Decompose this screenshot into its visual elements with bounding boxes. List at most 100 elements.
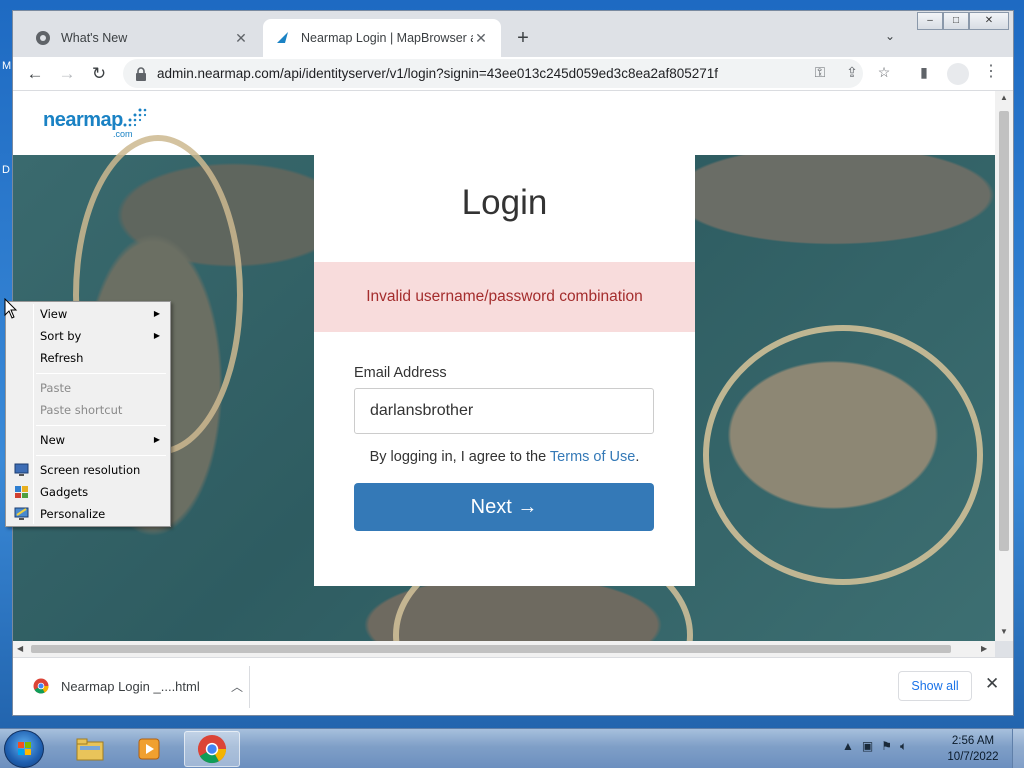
show-hidden-icons-icon[interactable]: ▲ xyxy=(842,739,854,754)
close-icon[interactable]: ✕ xyxy=(233,30,249,46)
forward-icon[interactable]: → xyxy=(55,62,79,86)
menu-item-label: New xyxy=(40,433,66,447)
menu-item-gadgets[interactable]: Gadgets xyxy=(8,481,168,503)
side-panel-icon[interactable]: ▮ xyxy=(913,61,935,83)
close-icon[interactable]: ✕ xyxy=(985,674,999,694)
windows-logo-icon xyxy=(18,742,31,755)
nearmap-logo[interactable]: nearmap xyxy=(43,109,123,132)
menu-item-label: Refresh xyxy=(40,351,84,365)
menu-item-label: Sort by xyxy=(40,329,82,343)
menu-item-label: View xyxy=(40,307,68,321)
network-icon[interactable]: ▣ xyxy=(862,739,873,754)
download-item[interactable]: Nearmap Login _....html ︿ xyxy=(21,668,251,704)
menu-item-label: Gadgets xyxy=(40,485,89,499)
next-button[interactable]: Next → xyxy=(354,483,654,531)
chevron-up-icon[interactable]: ︿ xyxy=(231,678,243,695)
key-icon[interactable]: ⚿ xyxy=(809,61,831,83)
download-file-name: Nearmap Login _....html xyxy=(61,678,200,694)
volume-icon[interactable]: 🔈︎ xyxy=(900,739,907,754)
taskbar-media-player[interactable] xyxy=(122,731,178,767)
menu-item-label: Paste xyxy=(40,381,72,395)
url-text[interactable]: admin.nearmap.com/api/identityserver/v1/… xyxy=(157,66,718,81)
tab-title: Nearmap Login | MapBrowser an xyxy=(301,31,473,45)
error-message: Invalid username/password combination xyxy=(366,288,643,305)
lock-icon[interactable] xyxy=(135,66,149,81)
menu-item-refresh[interactable]: Refresh xyxy=(8,347,168,369)
vertical-scrollbar[interactable]: ▲ ▼ xyxy=(995,91,1013,641)
divider xyxy=(249,666,250,708)
menu-item-screen-resolution[interactable]: Screen resolution xyxy=(8,459,168,481)
taskbar-clock[interactable]: 2:56 AM 10/7/2022 xyxy=(940,733,1006,765)
address-bar[interactable]: admin.nearmap.com/api/identityserver/v1/… xyxy=(123,59,863,88)
terms-prefix: By logging in, I agree to the xyxy=(369,449,550,465)
error-alert: Invalid username/password combination xyxy=(314,262,695,332)
submenu-arrow-icon: ▶ xyxy=(153,331,160,340)
nearmap-favicon-icon xyxy=(275,30,291,46)
page-title: Login xyxy=(461,183,548,222)
clock-date: 10/7/2022 xyxy=(947,751,999,763)
action-center-flag-icon[interactable]: ⚑ xyxy=(881,739,892,754)
scrollbar-thumb[interactable] xyxy=(999,111,1009,551)
system-tray: ▲ ▣ ⚑ 🔈︎ xyxy=(842,739,907,754)
back-icon[interactable]: ← xyxy=(23,62,47,86)
scroll-right-icon[interactable]: ▶ xyxy=(981,644,987,653)
restore-button[interactable]: □ xyxy=(943,12,969,30)
logo-subtext: .com xyxy=(113,129,133,139)
gadgets-icon xyxy=(15,486,28,498)
download-bar: Nearmap Login _....html ︿ Show all ✕ xyxy=(13,657,1013,715)
scroll-down-icon[interactable]: ▼ xyxy=(1000,627,1008,636)
login-card: Login Invalid username/password combinat… xyxy=(314,155,695,586)
desktop-icon-label: M xyxy=(2,60,12,72)
start-button[interactable] xyxy=(4,730,44,768)
new-tab-button[interactable]: + xyxy=(511,27,535,49)
show-desktop-button[interactable] xyxy=(1012,729,1024,768)
horizontal-scrollbar[interactable]: ◀ ▶ xyxy=(13,641,995,657)
terms-of-use-link[interactable]: Terms of Use xyxy=(550,449,635,465)
menu-item-label: Screen resolution xyxy=(40,463,141,477)
tab-strip: What's New ✕ Nearmap Login | MapBrowser … xyxy=(13,11,1013,57)
menu-item-view[interactable]: View ▶ xyxy=(8,303,168,325)
monitor-icon xyxy=(14,463,29,476)
taskbar-explorer[interactable] xyxy=(62,731,118,767)
taskbar: ▲ ▣ ⚑ 🔈︎ 2:56 AM 10/7/2022 xyxy=(0,728,1024,768)
terms-text: By logging in, I agree to the Terms of U… xyxy=(314,449,695,465)
show-all-button[interactable]: Show all xyxy=(898,671,972,701)
canal-island-outline xyxy=(703,325,983,585)
share-icon[interactable]: ⇪ xyxy=(841,61,863,83)
menu-item-new[interactable]: New ▶ xyxy=(8,429,168,451)
close-window-button[interactable]: ✕ xyxy=(969,12,1009,30)
submenu-arrow-icon: ▶ xyxy=(153,435,160,444)
chevron-down-icon[interactable]: ⌄ xyxy=(885,29,895,43)
tab-nearmap-login[interactable]: Nearmap Login | MapBrowser an ✕ xyxy=(263,19,501,57)
nearmap-logo-mark-icon xyxy=(123,108,147,127)
more-menu-icon[interactable]: ⋮ xyxy=(981,61,1001,81)
mouse-cursor-icon xyxy=(4,298,18,319)
menu-separator xyxy=(36,425,166,426)
chrome-icon xyxy=(35,30,51,46)
menu-item-label: Personalize xyxy=(40,507,106,521)
taskbar-chrome[interactable] xyxy=(184,731,240,767)
email-field[interactable] xyxy=(354,388,654,434)
browser-toolbar: ← → ↻ admin.nearmap.com/api/identityserv… xyxy=(13,57,1013,91)
menu-item-personalize[interactable]: Personalize xyxy=(8,503,168,525)
scrollbar-thumb[interactable] xyxy=(31,645,951,653)
close-icon[interactable]: ✕ xyxy=(473,30,489,46)
terms-suffix: . xyxy=(635,449,640,465)
menu-item-label: Paste shortcut xyxy=(40,403,123,417)
reload-icon[interactable]: ↻ xyxy=(87,62,111,86)
profile-avatar[interactable] xyxy=(947,63,969,85)
desktop-context-menu: View ▶ Sort by ▶ Refresh Paste Paste short… xyxy=(5,301,171,527)
menu-item-sort-by[interactable]: Sort by ▶ xyxy=(8,325,168,347)
clock-time: 2:56 AM xyxy=(951,735,995,747)
menu-item-paste: Paste xyxy=(8,377,168,399)
bookmark-star-icon[interactable]: ☆ xyxy=(873,61,895,83)
scroll-up-icon[interactable]: ▲ xyxy=(1000,93,1008,102)
minimize-button[interactable]: – xyxy=(917,12,943,30)
chrome-icon xyxy=(197,734,227,764)
email-label: Email Address xyxy=(354,365,447,381)
scroll-left-icon[interactable]: ◀ xyxy=(17,644,23,653)
menu-separator xyxy=(36,373,166,374)
folder-icon xyxy=(76,738,104,761)
tab-whats-new[interactable]: What's New ✕ xyxy=(23,19,261,57)
submenu-arrow-icon: ▶ xyxy=(153,309,160,318)
